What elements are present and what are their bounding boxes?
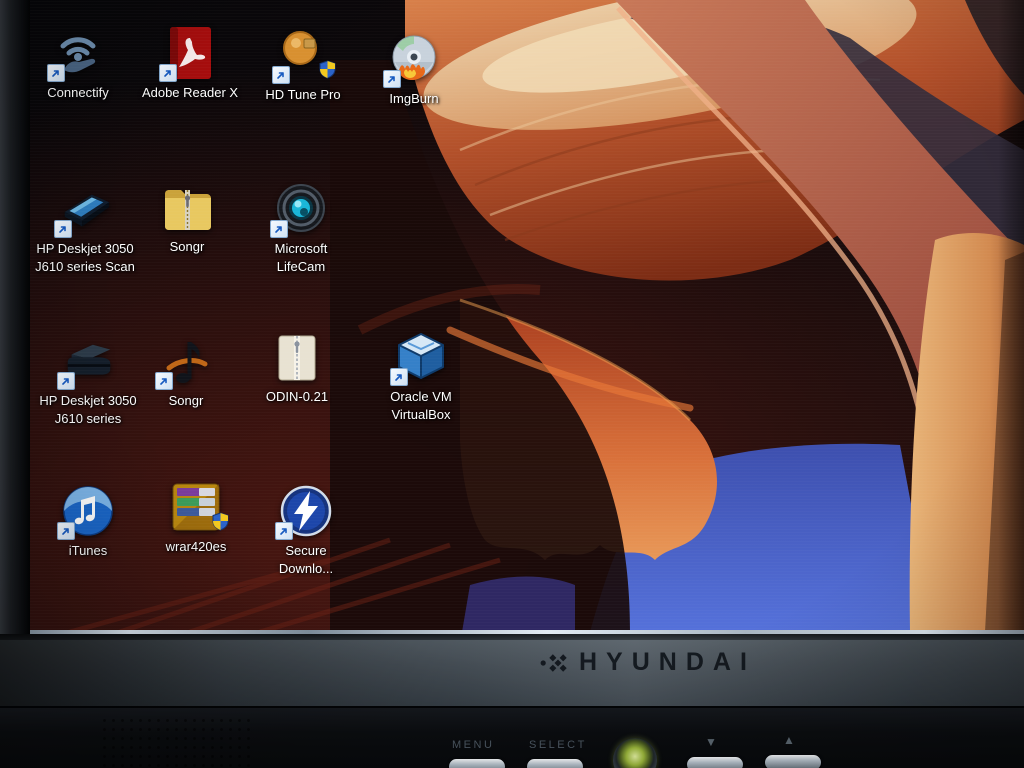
power-button[interactable] xyxy=(613,738,657,768)
desktop-icon-songr-folder[interactable]: Songr xyxy=(132,178,242,256)
desktop-icon-itunes[interactable]: iTunes xyxy=(33,482,143,560)
icon-label: Songr xyxy=(169,392,204,410)
icon-label: Secure Downlo... xyxy=(279,542,333,578)
monitor-bottom-bezel: HYUNDAI xyxy=(0,634,1024,706)
virtualbox-cube-icon xyxy=(393,328,449,384)
uac-shield-icon xyxy=(319,60,336,84)
desktop-icon-adobe-reader-x[interactable]: Adobe Reader X xyxy=(135,24,245,102)
icon-label: HP Deskjet 3050 J610 series Scan xyxy=(35,240,135,276)
itunes-icon xyxy=(60,482,116,538)
desktop-icon-hp-deskjet-printer[interactable]: HP Deskjet 3050 J610 series xyxy=(33,332,143,428)
hd-tune-pro-icon xyxy=(275,26,331,82)
up-arrow-label: ▲ xyxy=(783,733,795,747)
hyundai-logo-mark-icon xyxy=(540,651,572,675)
down-arrow-label: ▼ xyxy=(705,735,717,749)
select-button-label: SELECT xyxy=(529,739,587,751)
desktop-icon-songr[interactable]: Songr xyxy=(131,332,241,410)
icon-label: HD Tune Pro xyxy=(265,86,340,104)
shortcut-arrow-icon xyxy=(54,220,72,238)
desktop-icon-hd-tune-pro[interactable]: HD Tune Pro xyxy=(248,26,358,104)
brand-logo: HYUNDAI xyxy=(540,648,756,677)
shortcut-arrow-icon xyxy=(272,66,290,84)
adobe-reader-icon xyxy=(162,24,218,80)
monitor-left-bezel xyxy=(0,0,30,640)
icon-label: ImgBurn xyxy=(389,90,438,108)
desktop-screen: Connectify Adobe Reader X xyxy=(30,0,1024,632)
zipped-folder-icon xyxy=(269,328,325,384)
icon-label: Oracle VM VirtualBox xyxy=(390,388,451,424)
desktop-icon-wrar420es[interactable]: wrar420es xyxy=(141,478,251,556)
zipped-folder-icon xyxy=(159,178,215,234)
icon-label: HP Deskjet 3050 J610 series xyxy=(39,392,136,428)
connectify-icon xyxy=(50,24,106,80)
uac-shield-icon xyxy=(212,512,229,536)
icon-label: Songr xyxy=(170,238,205,256)
shortcut-arrow-icon xyxy=(47,64,65,82)
desktop-icon-virtualbox[interactable]: Oracle VM VirtualBox xyxy=(366,328,476,424)
imgburn-icon xyxy=(386,30,442,86)
menu-button-label: MENU xyxy=(452,739,494,751)
music-note-icon xyxy=(158,332,214,388)
lightning-bolt-icon xyxy=(278,482,334,538)
desktop-icon-hp-deskjet-scan[interactable]: HP Deskjet 3050 J610 series Scan xyxy=(30,180,140,276)
winrar-books-icon xyxy=(168,478,224,534)
icon-label: Connectify xyxy=(47,84,108,102)
shortcut-arrow-icon xyxy=(383,70,401,88)
printer-icon xyxy=(60,332,116,388)
desktop-icon-imgburn[interactable]: ImgBurn xyxy=(359,30,469,108)
monitor-control-panel: MENU SELECT ▼ ▲ xyxy=(0,706,1024,768)
icon-label: iTunes xyxy=(69,542,108,560)
shortcut-arrow-icon xyxy=(155,372,173,390)
speaker-grille xyxy=(100,716,250,768)
desktop-icon-secure-download[interactable]: Secure Downlo... xyxy=(251,482,361,578)
webcam-lens-icon xyxy=(273,180,329,236)
shortcut-arrow-icon xyxy=(57,522,75,540)
shortcut-arrow-icon xyxy=(270,220,288,238)
icon-label: ODIN-0.21 xyxy=(266,388,328,406)
desktop-icon-odin[interactable]: ODIN-0.21 xyxy=(242,328,352,406)
down-button[interactable] xyxy=(687,757,743,768)
shortcut-arrow-icon xyxy=(390,368,408,386)
icon-label: wrar420es xyxy=(166,538,227,556)
shortcut-arrow-icon xyxy=(275,522,293,540)
brand-name: HYUNDAI xyxy=(579,648,756,677)
select-button[interactable] xyxy=(527,759,583,768)
desktop-icon-microsoft-lifecam[interactable]: Microsoft LifeCam xyxy=(246,180,356,276)
desktop-icon-connectify[interactable]: Connectify xyxy=(30,24,133,102)
shortcut-arrow-icon xyxy=(57,372,75,390)
menu-button[interactable] xyxy=(449,759,505,768)
bezel-shading xyxy=(0,634,1024,706)
icon-label: Adobe Reader X xyxy=(142,84,238,102)
scanner-icon xyxy=(57,180,113,236)
monitor-photo: Connectify Adobe Reader X xyxy=(0,0,1024,768)
icon-label: Microsoft LifeCam xyxy=(275,240,328,276)
up-button[interactable] xyxy=(765,755,821,768)
shortcut-arrow-icon xyxy=(159,64,177,82)
